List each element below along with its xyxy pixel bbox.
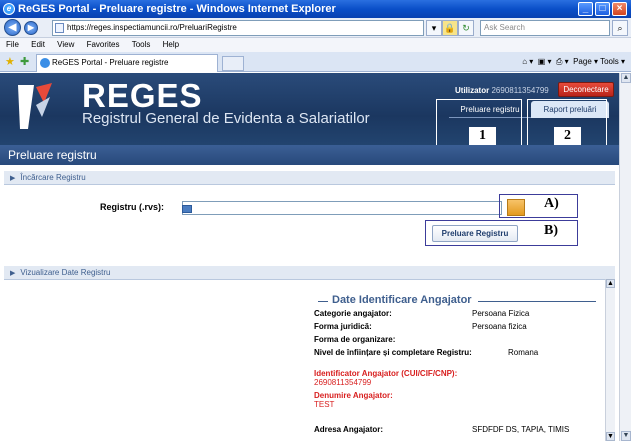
user-label: Utilizator — [455, 86, 490, 95]
search-input[interactable]: Ask Search — [480, 20, 610, 36]
add-favorite-icon[interactable]: ✚ — [20, 55, 29, 68]
scroll-down-icon[interactable]: ▼ — [606, 432, 615, 441]
registru-file-input[interactable] — [182, 201, 502, 215]
menu-view[interactable]: View — [57, 40, 74, 49]
scroll-up-icon[interactable]: ▲ — [621, 73, 631, 83]
registry-data-panel — [4, 280, 611, 441]
feeds-icon[interactable]: ▣ ▾ — [538, 57, 552, 66]
new-tab-button[interactable] — [222, 56, 244, 71]
web-page: REGES Registrul General de Evidenta a Sa… — [0, 73, 619, 441]
upload-panel-header[interactable]: ▶ Încărcare Registru — [4, 171, 615, 185]
tab-title: ReGES Portal - Preluare registre — [52, 58, 169, 67]
search-icon[interactable]: ⌕ — [612, 20, 628, 36]
annotation-label-b: B) — [544, 223, 558, 238]
maximize-icon[interactable]: □ — [595, 2, 610, 16]
user-id: 2690811354799 — [491, 86, 549, 95]
file-icon — [182, 205, 192, 213]
field-value: Persoana fizica — [472, 322, 527, 331]
menu-help[interactable]: Help — [163, 40, 179, 49]
window-title-bar: e ReGES Portal - Preluare registre - Win… — [0, 0, 631, 18]
scroll-up-icon[interactable]: ▲ — [606, 279, 615, 288]
field-value: Persoana Fizica — [472, 309, 530, 318]
annotation-box-a — [499, 194, 578, 218]
scroll-down-icon[interactable]: ▼ — [621, 431, 631, 441]
address-value: SFDFDF DS, TAPIA, TIMIS — [472, 425, 570, 434]
menu-edit[interactable]: Edit — [31, 40, 45, 49]
user-info: Utilizator 2690811354799 — [455, 86, 549, 95]
legend-text: Date Identificare Angajator — [332, 294, 472, 306]
expand-arrow-icon: ▶ — [10, 270, 16, 277]
registru-label: Registru (.rvs): — [100, 202, 165, 212]
annotation-number-1: 1 — [469, 127, 496, 145]
employer-id-value: 2690811354799 — [314, 378, 372, 387]
favorites-star-icon[interactable]: ★ — [5, 55, 15, 68]
site-header: REGES Registrul General de Evidenta a Sa… — [0, 73, 619, 151]
menu-file[interactable]: File — [6, 40, 19, 49]
address-bar-row: ◀ ▶ https://reges.inspectiamuncii.ro/Pre… — [0, 18, 631, 38]
search-placeholder: Ask Search — [484, 23, 525, 32]
print-icon[interactable]: ⎙ ▾ — [556, 57, 569, 66]
page-title: Preluare registru — [0, 145, 619, 165]
employer-id-label: Identificator Angajator (CUI/CIF/CNP): — [314, 369, 458, 378]
annotation-label-a: A) — [544, 196, 559, 211]
menu-bar: File Edit View Favorites Tools Help — [0, 38, 631, 52]
view-panel-header[interactable]: ▶ Vizualizare Date Registru — [4, 266, 615, 280]
window-title: ReGES Portal - Preluare registre - Windo… — [18, 3, 336, 15]
ie-tab-icon — [40, 58, 50, 68]
upload-panel-title: Încărcare Registru — [20, 173, 86, 182]
back-icon[interactable]: ◀ — [4, 19, 21, 36]
view-panel-title: Vizualizare Date Registru — [20, 268, 111, 277]
ie-icon: e — [3, 3, 15, 15]
command-bar[interactable]: ⌂ ▾ ▣ ▾ ⎙ ▾ Page ▾ Tools ▾ — [522, 55, 625, 69]
logo-subtitle: Registrul General de Evidenta a Salariat… — [82, 110, 370, 127]
field-label: Forma de organizare: — [314, 335, 396, 344]
page-icon — [55, 23, 64, 33]
command-labels[interactable]: Page ▾ Tools ▾ — [573, 57, 625, 66]
forward-icon[interactable]: ▶ — [24, 21, 38, 35]
logout-button[interactable]: Deconectare — [558, 82, 614, 97]
menu-favorites[interactable]: Favorites — [87, 40, 120, 49]
reges-logo-icon — [18, 83, 52, 129]
browser-tab-active[interactable]: ReGES Portal - Preluare registre — [36, 54, 218, 72]
address-label: Adresa Angajator: — [314, 425, 384, 434]
field-value: Romana — [508, 348, 539, 357]
home-icon[interactable]: ⌂ ▾ — [522, 57, 533, 66]
ie-window: e ReGES Portal - Preluare registre - Win… — [0, 0, 631, 441]
menu-tools[interactable]: Tools — [132, 40, 151, 49]
address-url: https://reges.inspectiamuncii.ro/Preluar… — [67, 23, 237, 32]
field-label: Categorie angajator: — [314, 309, 392, 318]
refresh-icon[interactable]: ↻ — [458, 20, 474, 36]
inner-scrollbar[interactable]: ▲ ▼ — [605, 279, 615, 441]
field-label: Forma juridică: — [314, 322, 372, 331]
annotation-number-2: 2 — [554, 127, 581, 145]
employer-name-value: TEST — [314, 400, 335, 409]
tab-row: ★ ✚ ReGES Portal - Preluare registre ⌂ ▾… — [0, 52, 631, 72]
address-field[interactable]: https://reges.inspectiamuncii.ro/Preluar… — [52, 20, 424, 36]
lock-icon[interactable]: 🔒 — [442, 20, 458, 36]
close-icon[interactable]: × — [612, 2, 627, 16]
expand-arrow-icon: ▶ — [10, 175, 16, 182]
dropdown-icon[interactable]: ▾ — [426, 20, 442, 36]
minimize-icon[interactable]: _ — [578, 2, 593, 16]
employer-name-label: Denumire Angajator: — [314, 391, 393, 400]
page-scrollbar[interactable]: ▲ ▼ — [619, 73, 631, 441]
